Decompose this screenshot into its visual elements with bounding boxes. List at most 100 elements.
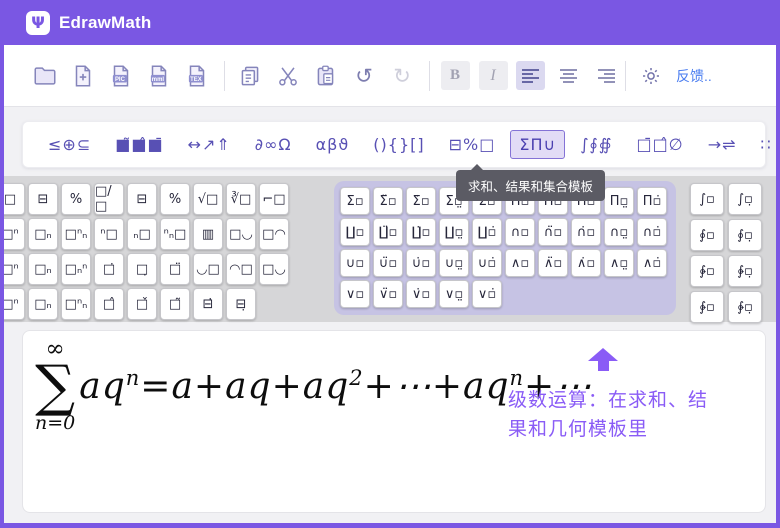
template-cell-left-r1c7[interactable]: √□ <box>193 183 223 215</box>
align-center-button[interactable] <box>554 61 583 90</box>
template-cell-left-r2c1[interactable]: □ⁿ <box>0 218 25 250</box>
template-cell-left-r1c6[interactable]: % <box>160 183 190 215</box>
new-document-button[interactable] <box>68 61 98 91</box>
template-cell-middle-r3c7[interactable]: ∧̈▫ <box>538 249 568 277</box>
template-cell-left-r1c3[interactable]: % <box>61 183 91 215</box>
template-cell-middle-r3c1[interactable]: ∪▫ <box>340 249 370 277</box>
template-cell-left-r2c7[interactable]: ▥ <box>193 218 223 250</box>
template-cell-left-r2c8[interactable]: □◡ <box>226 218 256 250</box>
template-cell-middle-r1c2[interactable]: Σ̈▫ <box>373 187 403 215</box>
template-cell-left-r4c1[interactable]: □ⁿ <box>0 288 25 320</box>
bold-button[interactable]: B <box>440 61 470 91</box>
template-cell-middle-r2c9[interactable]: ∩▫̤ <box>604 218 634 246</box>
category-fractions[interactable]: ⊟%□ <box>440 130 505 159</box>
template-cell-middle-r4c4[interactable]: ∨▫̤ <box>439 280 469 308</box>
category-accents[interactable]: ■̃■̂■̄ <box>106 130 172 159</box>
template-cell-middle-r1c9[interactable]: Π▫̤ <box>604 187 634 215</box>
template-cell-middle-r4c1[interactable]: ∨▫ <box>340 280 370 308</box>
category-bar-hat-slash[interactable]: □̄□̂∅ <box>628 130 693 159</box>
template-cell-left-r3c7[interactable]: ◡□ <box>193 253 223 285</box>
template-cell-right-r4c1[interactable]: ∲▫ <box>690 291 724 323</box>
cut-button[interactable] <box>273 61 303 91</box>
template-cell-left-r4c5[interactable]: □̌ <box>127 288 157 320</box>
template-cell-middle-r2c1[interactable]: ∐▫ <box>340 218 370 246</box>
template-cell-left-r2c9[interactable]: □◠ <box>259 218 289 250</box>
align-left-button[interactable] <box>516 61 545 90</box>
template-cell-middle-r2c5[interactable]: ∐▫̇ <box>472 218 502 246</box>
paste-button[interactable] <box>311 61 341 91</box>
template-cell-left-r1c9[interactable]: ⌐□ <box>259 183 289 215</box>
undo-button[interactable]: ↺ <box>349 61 379 91</box>
template-cell-left-r1c4[interactable]: □/□ <box>94 183 124 215</box>
category-labeled-arrows[interactable]: →⇌ <box>699 130 746 159</box>
template-cell-middle-r3c10[interactable]: ∧▫̇ <box>637 249 667 277</box>
template-cell-middle-r3c6[interactable]: ∧▫ <box>505 249 535 277</box>
category-misc-symbols[interactable]: ∂∞Ω <box>246 130 301 159</box>
template-cell-right-r2c1[interactable]: ∮▫ <box>690 219 724 251</box>
template-cell-middle-r2c4[interactable]: ∐▫̤ <box>439 218 469 246</box>
template-cell-middle-r2c8[interactable]: ∩̇▫ <box>571 218 601 246</box>
template-cell-right-r3c1[interactable]: ∳▫ <box>690 255 724 287</box>
template-cell-middle-r2c6[interactable]: ∩▫ <box>505 218 535 246</box>
italic-button[interactable]: I <box>478 61 508 91</box>
align-right-button[interactable] <box>592 61 621 90</box>
template-cell-left-r2c3[interactable]: □ⁿₙ <box>61 218 91 250</box>
template-cell-left-r2c5[interactable]: ₙ□ <box>127 218 157 250</box>
template-cell-left-r1c2[interactable]: ⊟ <box>28 183 58 215</box>
template-cell-right-r3c2[interactable]: ∳▫̣ <box>728 255 762 287</box>
template-cell-middle-r3c9[interactable]: ∧▫̤ <box>604 249 634 277</box>
feedback-link[interactable]: 反馈.. <box>676 66 712 86</box>
template-cell-middle-r1c3[interactable]: Σ̇▫ <box>406 187 436 215</box>
template-cell-left-r4c3[interactable]: □ⁿₙ <box>61 288 91 320</box>
template-cell-right-r2c2[interactable]: ∮▫̣ <box>728 219 762 251</box>
template-cell-left-r3c1[interactable]: □ⁿ <box>0 253 25 285</box>
template-cell-left-r4c7[interactable]: ⊟̇ <box>193 288 223 320</box>
template-cell-left-r2c6[interactable]: ⁿₙ□ <box>160 218 190 250</box>
template-cell-right-r1c1[interactable]: ∫▫ <box>690 183 724 215</box>
template-cell-right-r4c2[interactable]: ∲▫̣ <box>728 291 762 323</box>
template-cell-left-r3c3[interactable]: □ₙⁿ <box>61 253 91 285</box>
template-cell-left-r3c5[interactable]: □̣ <box>127 253 157 285</box>
settings-button[interactable] <box>636 61 666 91</box>
template-cell-middle-r4c5[interactable]: ∨▫̇ <box>472 280 502 308</box>
template-cell-left-r4c4[interactable]: □̂ <box>94 288 124 320</box>
template-cell-middle-r2c2[interactable]: ∐̈▫ <box>373 218 403 246</box>
template-cell-middle-r3c4[interactable]: ∪▫̤ <box>439 249 469 277</box>
category-brackets[interactable]: (){}[] <box>364 130 433 159</box>
template-cell-middle-r1c10[interactable]: Π▫̇ <box>637 187 667 215</box>
template-cell-middle-r3c8[interactable]: ∧̇▫ <box>571 249 601 277</box>
template-cell-right-r1c2[interactable]: ∫▫̣ <box>728 183 762 215</box>
template-cell-left-r3c4[interactable]: □̇ <box>94 253 124 285</box>
category-arrows[interactable]: ↔↗⇑ <box>179 130 240 159</box>
template-cell-left-r4c2[interactable]: □ₙ <box>28 288 58 320</box>
template-cell-middle-r4c2[interactable]: ∨̈▫ <box>373 280 403 308</box>
category-matrix[interactable]: ∷ <box>752 130 780 159</box>
template-cell-middle-r2c10[interactable]: ∩▫̇ <box>637 218 667 246</box>
template-cell-left-r4c6[interactable]: □̃ <box>160 288 190 320</box>
category-sum-product-set[interactable]: ΣΠ∪ <box>510 130 565 159</box>
template-cell-middle-r2c3[interactable]: ∐̇▫ <box>406 218 436 246</box>
export-latex-button[interactable]: TEX <box>182 61 212 91</box>
category-relations[interactable]: ≤⊕⊆ <box>39 130 100 159</box>
template-cell-left-r1c1[interactable]: □ <box>0 183 25 215</box>
template-cell-middle-r3c2[interactable]: ∪̈▫ <box>373 249 403 277</box>
open-file-button[interactable] <box>30 61 60 91</box>
category-greek-letters[interactable]: αβϑ <box>307 130 359 159</box>
template-cell-left-r2c4[interactable]: ⁿ□ <box>94 218 124 250</box>
template-cell-left-r1c5[interactable]: ⊟ <box>127 183 157 215</box>
template-cell-middle-r1c1[interactable]: Σ▫ <box>340 187 370 215</box>
template-cell-left-r3c2[interactable]: □ₙ <box>28 253 58 285</box>
template-cell-left-r3c6[interactable]: □̈ <box>160 253 190 285</box>
template-cell-left-r4c8[interactable]: ⊟̣ <box>226 288 256 320</box>
template-cell-middle-r2c7[interactable]: ∩̈▫ <box>538 218 568 246</box>
template-cell-middle-r3c3[interactable]: ∪̇▫ <box>406 249 436 277</box>
template-cell-left-r2c2[interactable]: □ₙ <box>28 218 58 250</box>
export-image-button[interactable]: PIC <box>106 61 136 91</box>
template-cell-left-r3c8[interactable]: ◠□ <box>226 253 256 285</box>
template-cell-left-r1c8[interactable]: ∛□ <box>226 183 256 215</box>
template-cell-middle-r4c3[interactable]: ∨̇▫ <box>406 280 436 308</box>
template-cell-left-r3c9[interactable]: □◡ <box>259 253 289 285</box>
export-mathml-button[interactable]: mml <box>144 61 174 91</box>
template-cell-middle-r3c5[interactable]: ∪▫̇ <box>472 249 502 277</box>
copy-button[interactable] <box>235 61 265 91</box>
